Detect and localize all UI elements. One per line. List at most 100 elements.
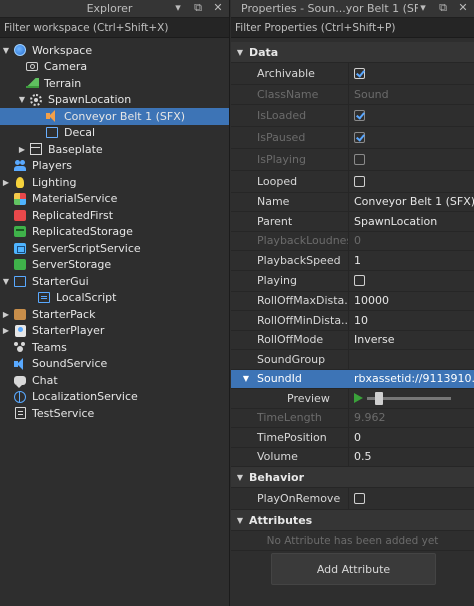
tree-item-startergui[interactable]: ▼ StarterGui	[0, 273, 229, 290]
properties-titlebar: Properties - Soun...yor Belt 1 (SFX)" ▾ …	[231, 0, 474, 18]
tree-item-localscript[interactable]: LocalScript	[0, 290, 229, 307]
expanded-arrow-icon[interactable]: ▼	[235, 374, 257, 383]
prop-rolloffmindistance[interactable]: RollOffMinDista... 10	[231, 311, 474, 331]
tree-item-starterplayer[interactable]: ▶ StarterPlayer	[0, 323, 229, 340]
localization-icon	[12, 390, 28, 404]
isloaded-checkbox	[354, 109, 365, 121]
starter-pack-icon	[12, 307, 28, 321]
rolloffmin-value[interactable]: 10	[349, 311, 474, 330]
tree-item-soundservice[interactable]: SoundService	[0, 356, 229, 373]
section-behavior[interactable]: ▼ Behavior	[231, 467, 474, 488]
soundid-value[interactable]: rbxassetid://9113910...	[349, 370, 474, 389]
tree-item-testservice[interactable]: TestService	[0, 405, 229, 422]
expanded-arrow-icon[interactable]: ▼	[0, 277, 12, 286]
prop-looped[interactable]: Looped	[231, 170, 474, 193]
playing-checkbox[interactable]	[354, 275, 365, 286]
server-script-service-icon	[12, 241, 28, 255]
section-attributes[interactable]: ▼ Attributes	[231, 510, 474, 531]
section-data[interactable]: ▼ Data	[231, 42, 474, 63]
properties-filter-input[interactable]	[231, 18, 474, 38]
rolloffmax-value[interactable]: 10000	[349, 292, 474, 311]
camera-icon	[24, 60, 40, 74]
play-icon[interactable]	[354, 393, 363, 404]
ispaused-checkbox	[354, 131, 365, 143]
playonremove-checkbox[interactable]	[354, 493, 365, 504]
collapsed-arrow-icon[interactable]: ▶	[0, 178, 12, 187]
undock-icon[interactable]: ⧉	[191, 1, 205, 15]
tree-item-replicatedstorage[interactable]: ReplicatedStorage	[0, 224, 229, 241]
playbackspeed-value[interactable]: 1	[349, 251, 474, 270]
prop-name[interactable]: Name Conveyor Belt 1 (SFX)	[231, 192, 474, 212]
tree-item-lighting[interactable]: ▶ Lighting	[0, 174, 229, 191]
archivable-checkbox[interactable]	[354, 68, 365, 79]
timeposition-value[interactable]: 0	[349, 428, 474, 447]
tree-item-chat[interactable]: Chat	[0, 372, 229, 389]
expanded-arrow-icon[interactable]: ▼	[231, 48, 249, 57]
explorer-title: Explorer	[86, 2, 133, 15]
tree-item-terrain[interactable]: Terrain	[0, 75, 229, 92]
tree-item-starterpack[interactable]: ▶ StarterPack	[0, 306, 229, 323]
properties-title: Properties - Soun...yor Belt 1 (SFX)"	[241, 2, 418, 15]
close-icon[interactable]: ✕	[456, 1, 470, 15]
close-icon[interactable]: ✕	[211, 1, 225, 15]
prop-playonremove[interactable]: PlayOnRemove	[231, 488, 474, 510]
preview-slider[interactable]	[367, 391, 451, 405]
explorer-tree: ▼ Workspace Camera Terrain ▼ SpawnLocati…	[0, 42, 229, 422]
tree-item-decal[interactable]: Decal	[0, 125, 229, 142]
tree-item-workspace[interactable]: ▼ Workspace	[0, 42, 229, 59]
volume-value[interactable]: 0.5	[349, 448, 474, 467]
prop-volume[interactable]: Volume 0.5	[231, 447, 474, 467]
tree-item-replicatedfirst[interactable]: ReplicatedFirst	[0, 207, 229, 224]
tree-item-teams[interactable]: Teams	[0, 339, 229, 356]
terrain-icon	[24, 76, 40, 90]
prop-soundid[interactable]: ▼ SoundId rbxassetid://9113910...	[231, 369, 474, 389]
dropdown-icon[interactable]: ▾	[416, 1, 430, 15]
collapsed-arrow-icon[interactable]: ▶	[16, 145, 28, 154]
prop-parent[interactable]: Parent SpawnLocation	[231, 212, 474, 232]
prop-isplaying: IsPlaying	[231, 148, 474, 171]
looped-checkbox[interactable]	[354, 175, 365, 187]
prop-timeposition[interactable]: TimePosition 0	[231, 428, 474, 448]
prop-rolloffmode[interactable]: RollOffMode Inverse	[231, 330, 474, 350]
replicated-first-icon	[12, 208, 28, 222]
prop-playing[interactable]: Playing	[231, 270, 474, 292]
parent-value[interactable]: SpawnLocation	[349, 212, 474, 231]
players-icon	[12, 159, 28, 173]
prop-archivable[interactable]: Archivable	[231, 63, 474, 85]
explorer-filter-input[interactable]	[0, 18, 229, 38]
prop-playbackspeed[interactable]: PlaybackSpeed 1	[231, 251, 474, 271]
tree-item-conveyor-belt-sfx[interactable]: Conveyor Belt 1 (SFX)	[0, 108, 229, 125]
decal-icon	[44, 126, 60, 140]
sound-service-icon	[12, 357, 28, 371]
name-value[interactable]: Conveyor Belt 1 (SFX)	[349, 193, 474, 212]
tree-item-baseplate[interactable]: ▶ Baseplate	[0, 141, 229, 158]
undock-icon[interactable]: ⧉	[436, 1, 450, 15]
gear-icon	[28, 93, 44, 107]
prop-rolloffmaxdistance[interactable]: RollOffMaxDista... 10000	[231, 291, 474, 311]
expanded-arrow-icon[interactable]: ▼	[0, 46, 12, 55]
tree-item-camera[interactable]: Camera	[0, 59, 229, 76]
isplaying-checkbox	[354, 153, 365, 165]
tree-item-players[interactable]: Players	[0, 158, 229, 175]
collapsed-arrow-icon[interactable]: ▶	[0, 310, 12, 319]
tree-item-serverstorage[interactable]: ServerStorage	[0, 257, 229, 274]
chat-icon	[12, 373, 28, 388]
rolloffmode-value[interactable]: Inverse	[349, 331, 474, 350]
expanded-arrow-icon[interactable]: ▼	[16, 95, 28, 104]
expanded-arrow-icon[interactable]: ▼	[231, 516, 249, 525]
teams-icon	[12, 340, 28, 354]
soundgroup-value[interactable]	[349, 350, 474, 369]
prop-soundgroup[interactable]: SoundGroup	[231, 350, 474, 370]
add-attribute-button[interactable]: Add Attribute	[271, 553, 436, 585]
expanded-arrow-icon[interactable]: ▼	[231, 473, 249, 482]
collapsed-arrow-icon[interactable]: ▶	[0, 326, 12, 335]
lightbulb-icon	[12, 175, 28, 189]
dropdown-icon[interactable]: ▾	[171, 1, 185, 15]
material-icon	[12, 192, 28, 206]
slider-knob[interactable]	[375, 391, 383, 405]
local-script-icon	[36, 291, 52, 305]
tree-item-spawnlocation[interactable]: ▼ SpawnLocation	[0, 92, 229, 109]
tree-item-localizationservice[interactable]: LocalizationService	[0, 389, 229, 406]
tree-item-materialservice[interactable]: MaterialService	[0, 191, 229, 208]
tree-item-serverscriptservice[interactable]: ServerScriptService	[0, 240, 229, 257]
